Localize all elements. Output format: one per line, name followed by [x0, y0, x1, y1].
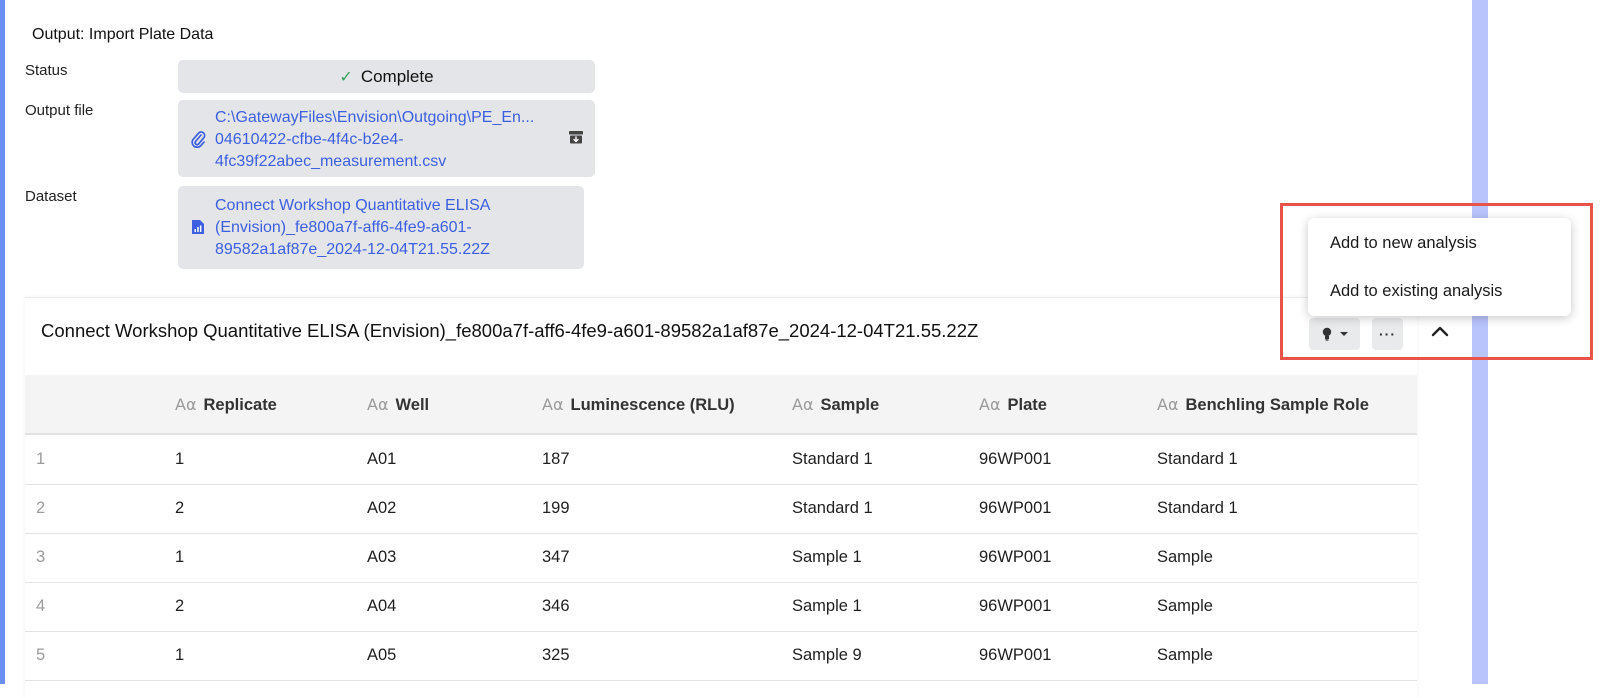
section-title: Output: Import Plate Data — [32, 26, 214, 43]
cell-plate: 96WP001 — [979, 548, 1052, 566]
row-index: 5 — [36, 646, 46, 664]
row-index: 1 — [36, 450, 46, 468]
file-line-3: 4fc39f22abec_measurement.csv — [215, 153, 447, 170]
highlight-annotation-box — [1280, 203, 1593, 360]
dataset-line-2: (Envision)_fe800a7f-aff6-4fe9-a601- — [215, 219, 472, 236]
cell-luminescence: 325 — [542, 646, 570, 664]
dataset-label: Dataset — [25, 188, 77, 205]
text-type-icon: Aα — [979, 395, 1001, 414]
check-icon: ✓ — [339, 68, 353, 86]
cell-sample: Standard 1 — [792, 499, 873, 517]
dataset-line-1: Connect Workshop Quantitative ELISA — [215, 197, 491, 214]
text-type-icon: Aα — [542, 395, 564, 414]
cell-sample-role: Standard 1 — [1157, 450, 1238, 468]
cell-luminescence: 347 — [542, 548, 570, 566]
cell-sample-role: Sample — [1157, 548, 1213, 566]
text-type-icon: Aα — [367, 395, 389, 414]
status-badge: ✓ Complete — [178, 60, 595, 93]
text-type-icon: Aα — [792, 395, 814, 414]
cell-replicate: 1 — [175, 450, 185, 468]
file-line-1: C:\GatewayFiles\Envision\Outgoing\PE_En.… — [215, 109, 535, 126]
left-accent-bar — [0, 0, 5, 684]
cell-plate: 96WP001 — [979, 646, 1052, 664]
column-header-sample[interactable]: Aα Sample — [792, 395, 879, 415]
cell-replicate: 2 — [175, 597, 185, 615]
cell-well: A04 — [367, 597, 397, 615]
file-line-2: 04610422-cfbe-4f4c-b2e4- — [215, 131, 404, 148]
column-header-sample-role[interactable]: Aα Benchling Sample Role — [1157, 395, 1369, 415]
cell-sample-role: Standard 1 — [1157, 499, 1238, 517]
cell-well: A03 — [367, 548, 397, 566]
cell-well: A05 — [367, 646, 397, 664]
cell-luminescence: 346 — [542, 597, 570, 615]
output-file-label: Output file — [25, 102, 94, 119]
column-header-luminescence[interactable]: Aα Luminescence (RLU) — [542, 395, 735, 415]
cell-sample: Sample 1 — [792, 597, 862, 615]
status-value: Complete — [360, 66, 434, 86]
cell-replicate: 1 — [175, 646, 185, 664]
cell-luminescence: 187 — [542, 450, 570, 468]
cell-sample-role: Sample — [1157, 646, 1213, 664]
cell-well: A01 — [367, 450, 397, 468]
cell-plate: 96WP001 — [979, 499, 1052, 517]
cell-well: A02 — [367, 499, 397, 517]
dataset-line-3: 89582a1af87e_2024-12-04T21.55.22Z — [215, 241, 490, 258]
dataset-file-icon — [192, 220, 204, 234]
row-index: 4 — [36, 597, 46, 615]
cell-plate: 96WP001 — [979, 597, 1052, 615]
column-header-replicate[interactable]: Aα Replicate — [175, 395, 277, 415]
archive-icon[interactable] — [568, 130, 584, 144]
cell-sample-role: Sample — [1157, 597, 1213, 615]
cell-luminescence: 199 — [542, 499, 570, 517]
column-header-well[interactable]: Aα Well — [367, 395, 429, 415]
output-file-link[interactable]: C:\GatewayFiles\Envision\Outgoing\PE_En.… — [215, 107, 565, 173]
paperclip-icon — [191, 131, 206, 148]
row-index: 3 — [36, 548, 46, 566]
row-index: 2 — [36, 499, 46, 517]
card-title: Connect Workshop Quantitative ELISA (Env… — [41, 320, 979, 341]
text-type-icon: Aα — [175, 395, 197, 414]
dataset-box: Connect Workshop Quantitative ELISA (Env… — [178, 186, 584, 269]
status-label: Status — [25, 62, 68, 79]
dataset-link[interactable]: Connect Workshop Quantitative ELISA (Env… — [215, 195, 575, 261]
output-file-box: C:\GatewayFiles\Envision\Outgoing\PE_En.… — [178, 100, 595, 177]
column-header-plate[interactable]: Aα Plate — [979, 395, 1047, 415]
cell-sample: Standard 1 — [792, 450, 873, 468]
cell-sample: Sample 9 — [792, 646, 862, 664]
cell-replicate: 2 — [175, 499, 185, 517]
text-type-icon: Aα — [1157, 395, 1179, 414]
cell-sample: Sample 1 — [792, 548, 862, 566]
cell-replicate: 1 — [175, 548, 185, 566]
cell-plate: 96WP001 — [979, 450, 1052, 468]
